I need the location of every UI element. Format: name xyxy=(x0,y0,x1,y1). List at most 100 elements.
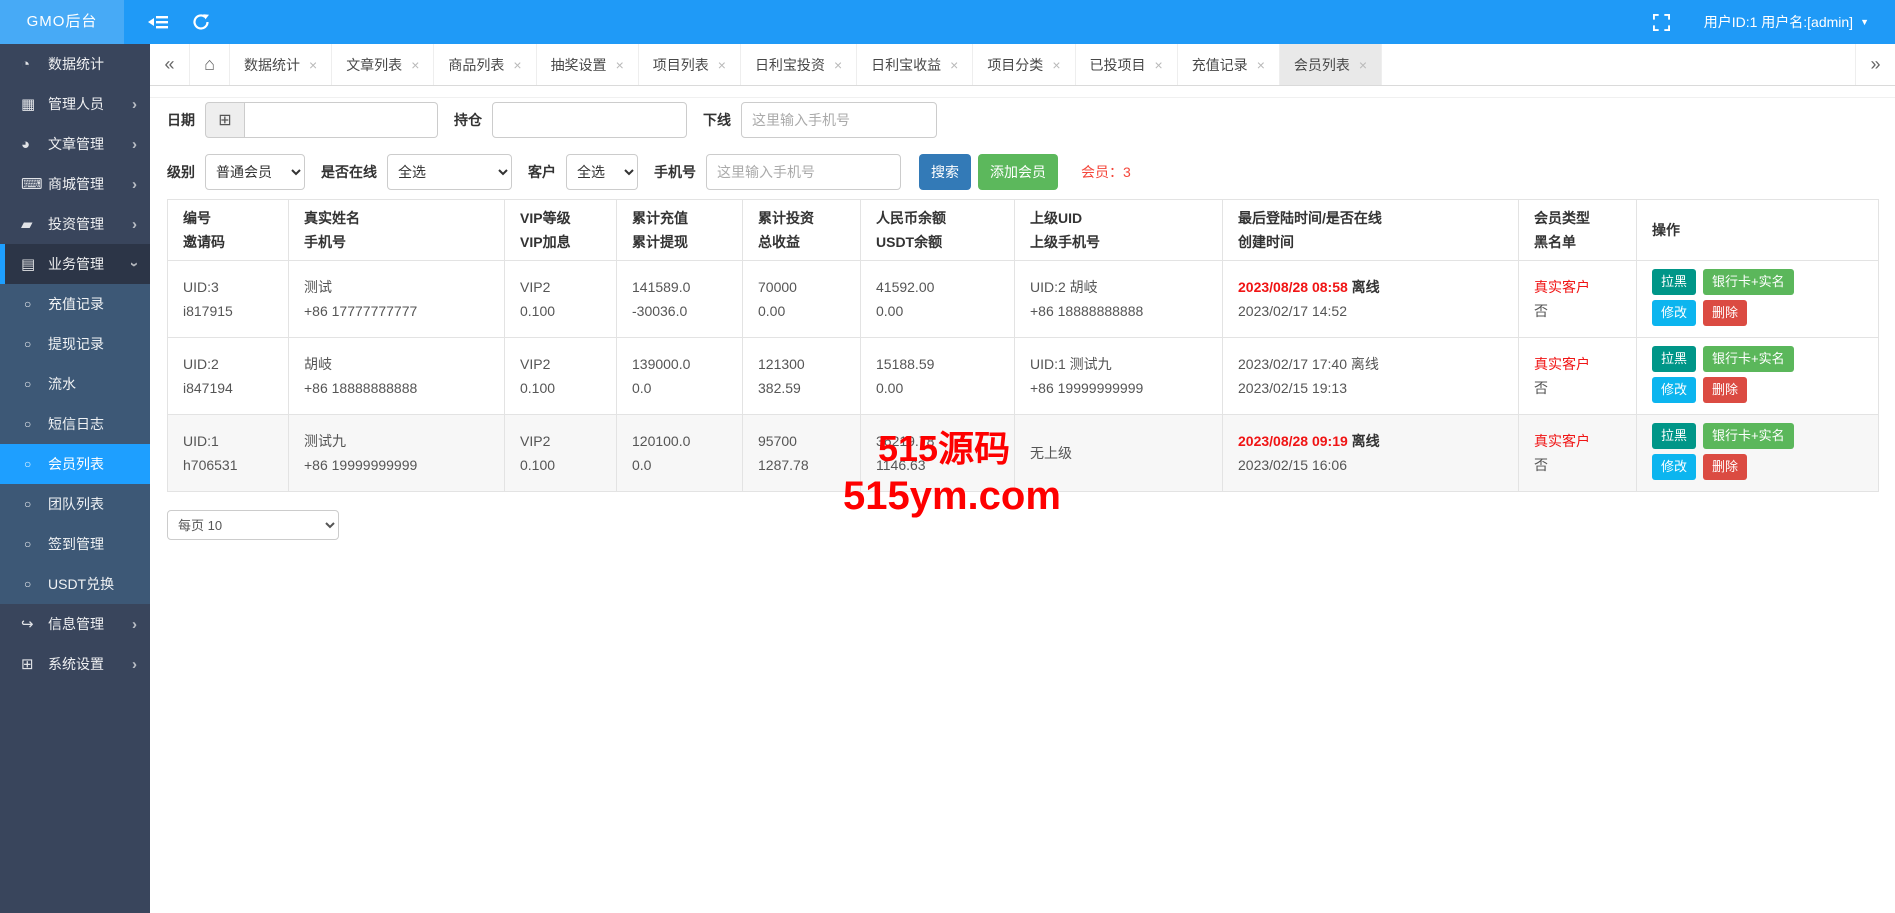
close-icon[interactable]: × xyxy=(1052,57,1060,73)
app-logo: GMO后台 xyxy=(0,0,124,44)
sidebar-item-usdt-exchange[interactable]: ○ USDT兑换 xyxy=(0,564,150,604)
edit-button[interactable]: 修改 xyxy=(1652,454,1697,480)
sidebar-item-flow[interactable]: ○ 流水 xyxy=(0,364,150,404)
close-icon[interactable]: × xyxy=(309,57,317,73)
delete-button[interactable]: 删除 xyxy=(1703,300,1748,326)
add-member-button[interactable]: 添加会员 xyxy=(978,154,1058,190)
table-row: UID:2 i847194 胡岐 +86 18888888888 VIP2 0.100… xyxy=(167,337,1879,415)
level-select[interactable]: 普通会员 xyxy=(205,154,305,190)
calendar-icon[interactable]: ⊞ xyxy=(205,102,245,138)
radio-icon: ○ xyxy=(24,337,32,351)
phone-label: 手机号 xyxy=(654,164,696,180)
tab-rilibao-income[interactable]: 日利宝收益 × xyxy=(857,44,974,85)
member-type: 真实客户 xyxy=(1534,356,1590,372)
downline-input[interactable] xyxy=(741,102,937,138)
close-icon[interactable]: × xyxy=(834,57,842,73)
close-icon[interactable]: × xyxy=(411,57,419,73)
blacklist-button[interactable]: 拉黑 xyxy=(1652,269,1697,295)
tab-article-list[interactable]: 文章列表 × xyxy=(332,44,435,85)
business-submenu: ○ 充值记录 ○ 提现记录 ○ 流水 ○ 短信日志 ○ 会员列表 ○ 团队列表 xyxy=(0,284,150,604)
close-icon[interactable]: × xyxy=(1155,57,1163,73)
filter-row-2: 级别 普通会员 是否在线 全选 客户 全选 手机号 搜索 添加会员 会员：3 xyxy=(167,154,1895,190)
sidebar-item-mall[interactable]: ⌨ 商城管理 › xyxy=(0,164,150,204)
sidebar-item-sms-log[interactable]: ○ 短信日志 xyxy=(0,404,150,444)
position-input[interactable] xyxy=(492,102,687,138)
member-table-wrapper: 编号 邀请码 真实姓名 手机号 VIP等级 VIP加息 累计充值 累计提现 累计投资 总收… xyxy=(167,199,1879,492)
col-type: 会员类型 黑名单 xyxy=(1518,199,1637,261)
grid-icon: ▦ xyxy=(21,96,36,113)
close-icon[interactable]: × xyxy=(718,57,726,73)
online-label: 是否在线 xyxy=(321,164,377,180)
sidebar-item-team-list[interactable]: ○ 团队列表 xyxy=(0,484,150,524)
col-actions: 操作 xyxy=(1636,199,1879,261)
radio-icon: ○ xyxy=(24,297,32,311)
col-parent: 上级UID 上级手机号 xyxy=(1014,199,1223,261)
customer-select[interactable]: 全选 xyxy=(566,154,638,190)
home-tab-button[interactable]: ⌂ xyxy=(190,44,230,85)
close-icon[interactable]: × xyxy=(1359,57,1367,73)
fullscreen-icon[interactable] xyxy=(1652,13,1670,31)
member-table: 编号 邀请码 真实姓名 手机号 VIP等级 VIP加息 累计充值 累计提现 累计投资 总收… xyxy=(167,199,1879,492)
watermark-text: 515源码 xyxy=(878,428,1011,469)
bankcard-realname-button[interactable]: 银行卡+实名 xyxy=(1703,423,1794,449)
refresh-icon[interactable] xyxy=(192,13,210,31)
bankcard-realname-button[interactable]: 银行卡+实名 xyxy=(1703,269,1794,295)
bankcard-realname-button[interactable]: 银行卡+实名 xyxy=(1703,346,1794,372)
sidebar-item-withdraw-records[interactable]: ○ 提现记录 xyxy=(0,324,150,364)
user-menu[interactable]: 用户ID:1 用户名:[admin] ▼ xyxy=(1704,12,1869,32)
close-icon[interactable]: × xyxy=(1257,57,1265,73)
filter-panel: 日期 ⊞ 持仓 下线 级别 普通会员 是否在线 全选 客户 xyxy=(150,98,1895,190)
tabs-scroll-left-button[interactable]: « xyxy=(150,44,190,85)
chevron-right-icon: › xyxy=(132,135,137,153)
sidebar-item-member-list[interactable]: ○ 会员列表 xyxy=(0,444,150,484)
sidebar-item-articles[interactable]: ◕ 文章管理 › xyxy=(0,124,150,164)
blacklist-button[interactable]: 拉黑 xyxy=(1652,423,1697,449)
sidebar-item-info[interactable]: ↪ 信息管理 › xyxy=(0,604,150,644)
tabs-scroll-right-button[interactable]: » xyxy=(1855,44,1895,85)
watermark-url: 515ym.com xyxy=(843,474,1061,518)
header-right: 用户ID:1 用户名:[admin] ▼ xyxy=(1629,12,1895,32)
tab-rilibao-invest[interactable]: 日利宝投资 × xyxy=(741,44,858,85)
tab-member-list[interactable]: 会员列表 × xyxy=(1279,44,1383,85)
tab-goods-list[interactable]: 商品列表 × xyxy=(434,44,537,85)
dashboard-icon: ◔ xyxy=(21,55,31,73)
tab-recharge-records[interactable]: 充值记录 × xyxy=(1178,44,1280,85)
tab-project-category[interactable]: 项目分类 × xyxy=(973,44,1076,85)
close-icon[interactable]: × xyxy=(513,57,521,73)
search-button[interactable]: 搜索 xyxy=(919,154,971,190)
sidebar-item-settings[interactable]: ⊞ 系统设置 › xyxy=(0,644,150,684)
menu-toggle-icon[interactable] xyxy=(148,13,168,31)
tab-project-list[interactable]: 项目列表 × xyxy=(639,44,741,85)
sidebar-item-investment[interactable]: ▰ 投资管理 › xyxy=(0,204,150,244)
sidebar-item-data-stats[interactable]: ◔ 数据统计 xyxy=(0,44,150,84)
col-name: 真实姓名 手机号 xyxy=(288,199,505,261)
member-count: 会员：3 xyxy=(1081,164,1131,180)
close-icon[interactable]: × xyxy=(616,57,624,73)
laptop-icon: ⌨ xyxy=(21,176,43,193)
close-icon[interactable]: × xyxy=(950,57,958,73)
delete-button[interactable]: 删除 xyxy=(1703,377,1748,403)
date-input[interactable] xyxy=(245,102,438,138)
sidebar-item-recharge-records[interactable]: ○ 充值记录 xyxy=(0,284,150,324)
sidebar-item-business[interactable]: ▤ 业务管理 › xyxy=(0,244,150,284)
page-size-select[interactable]: 每页 10 xyxy=(167,510,339,540)
delete-button[interactable]: 删除 xyxy=(1703,454,1748,480)
col-vip: VIP等级 VIP加息 xyxy=(504,199,617,261)
chevron-right-icon: › xyxy=(132,215,137,233)
last-login-time: 2023/08/28 08:58 xyxy=(1238,279,1348,295)
blacklist-button[interactable]: 拉黑 xyxy=(1652,346,1697,372)
tab-lottery-settings[interactable]: 抽奖设置 × xyxy=(537,44,639,85)
online-select[interactable]: 全选 xyxy=(387,154,512,190)
date-label: 日期 xyxy=(167,112,195,128)
phone-input[interactable] xyxy=(706,154,901,190)
last-login-time: 2023/02/17 17:40 xyxy=(1238,356,1347,372)
calendar-icon: ⊞ xyxy=(21,656,34,673)
radio-icon: ○ xyxy=(24,457,32,471)
filter-row-1: 日期 ⊞ 持仓 下线 xyxy=(167,102,1895,138)
edit-button[interactable]: 修改 xyxy=(1652,377,1697,403)
tab-data-stats[interactable]: 数据统计 × xyxy=(230,44,333,85)
sidebar-item-signin[interactable]: ○ 签到管理 xyxy=(0,524,150,564)
tab-invested-projects[interactable]: 已投项目 × xyxy=(1076,44,1178,85)
sidebar-item-admins[interactable]: ▦ 管理人员 › xyxy=(0,84,150,124)
edit-button[interactable]: 修改 xyxy=(1652,300,1697,326)
